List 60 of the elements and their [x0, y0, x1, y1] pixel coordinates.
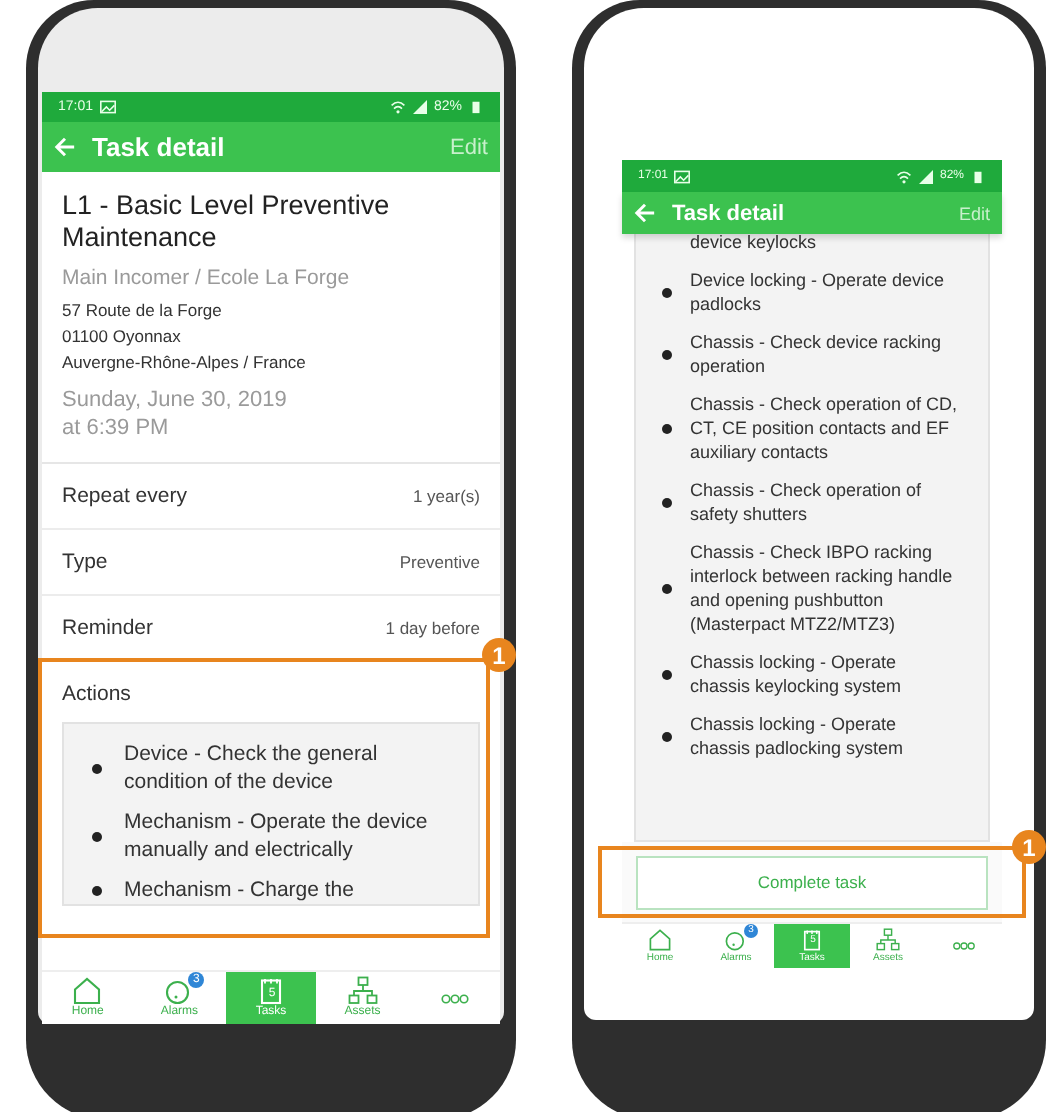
bullet-icon — [662, 287, 672, 297]
task-title: L1 - Basic Level Preventive Maintenance — [62, 190, 392, 254]
bullet-icon — [92, 763, 102, 773]
callout-badge: 1 — [1012, 830, 1046, 864]
address-line: 01100 Oyonnax — [62, 324, 183, 350]
battery-icon — [970, 169, 986, 183]
bullet-icon — [662, 423, 672, 433]
complete-task-button[interactable]: Complete task — [636, 855, 988, 909]
alarm-icon — [164, 976, 195, 1006]
back-arrow-icon — [54, 136, 76, 158]
action-item: Chassis - Check device racking operation — [690, 330, 944, 378]
action-item: Chassis locking - Operate chassis padlocking system — [690, 712, 906, 760]
back-arrow-icon — [634, 202, 656, 224]
bullet-icon — [662, 731, 672, 741]
detail-label: Type — [62, 550, 108, 574]
bullet-icon — [662, 583, 672, 593]
clipboard-icon — [255, 976, 286, 1006]
house-icon — [72, 976, 103, 1006]
action-item: Chassis - Check IBPO racking interlock between racking handle and opening pushbutton (Masterpact MTZ2/MTZ3) — [690, 540, 955, 636]
action-item: device keylocks — [690, 230, 819, 254]
edit-link[interactable]: Edit — [958, 203, 990, 223]
action-item: Chassis - Check operation of CD, CT, CE position contacts and EF auxiliary contacts — [690, 392, 960, 464]
task-date: Sunday, June 30, 2019 — [62, 386, 289, 414]
bullet-icon — [662, 497, 672, 507]
image-icon — [99, 100, 116, 114]
address-line: 57 Route de la Forge — [62, 298, 224, 324]
bullet-icon — [92, 885, 102, 895]
battery-icon — [468, 100, 484, 114]
wifi-icon — [389, 100, 406, 114]
alarm-icon — [724, 928, 748, 952]
screen-title: Task detail — [92, 132, 225, 162]
action-item: Chassis locking - Operate chassis keylocking system — [690, 650, 904, 698]
image-icon — [674, 169, 691, 183]
house-icon — [648, 928, 672, 952]
action-item: Chassis - Check operation of safety shutters — [690, 478, 924, 526]
detail-value: 1 year(s) — [412, 486, 480, 506]
screen-title: Task detail — [672, 201, 785, 225]
hierarchy-icon — [876, 928, 900, 952]
hierarchy-icon — [347, 976, 378, 1006]
detail-value: Preventive — [399, 552, 480, 572]
task-date: at 6:39 PM — [62, 414, 171, 442]
action-item: Mechanism - Charge the — [124, 876, 356, 904]
detail-label: Repeat every — [62, 484, 187, 508]
bullet-icon — [92, 831, 102, 841]
callout-badge: 1 — [482, 638, 516, 672]
wifi-icon — [895, 169, 912, 183]
address-line: Auvergne-Rhône-Alpes / France — [62, 350, 308, 376]
detail-label: Reminder — [62, 616, 154, 640]
clipboard-icon — [800, 928, 824, 952]
edit-link[interactable]: Edit — [450, 135, 488, 159]
bullet-icon — [662, 669, 672, 679]
bullet-icon — [662, 349, 672, 359]
task-location: Main Incomer / Ecole La Forge — [62, 266, 352, 290]
signal-icon — [411, 100, 428, 114]
section-title: Actions — [60, 680, 133, 710]
action-item: Device locking - Operate device padlocks — [690, 268, 947, 316]
detail-value: 1 day before — [385, 618, 480, 638]
signal-icon — [917, 169, 934, 183]
action-item: Device - Check the general condition of the device — [124, 740, 380, 796]
action-item: Mechanism - Operate the device manually and electrically — [124, 808, 430, 864]
